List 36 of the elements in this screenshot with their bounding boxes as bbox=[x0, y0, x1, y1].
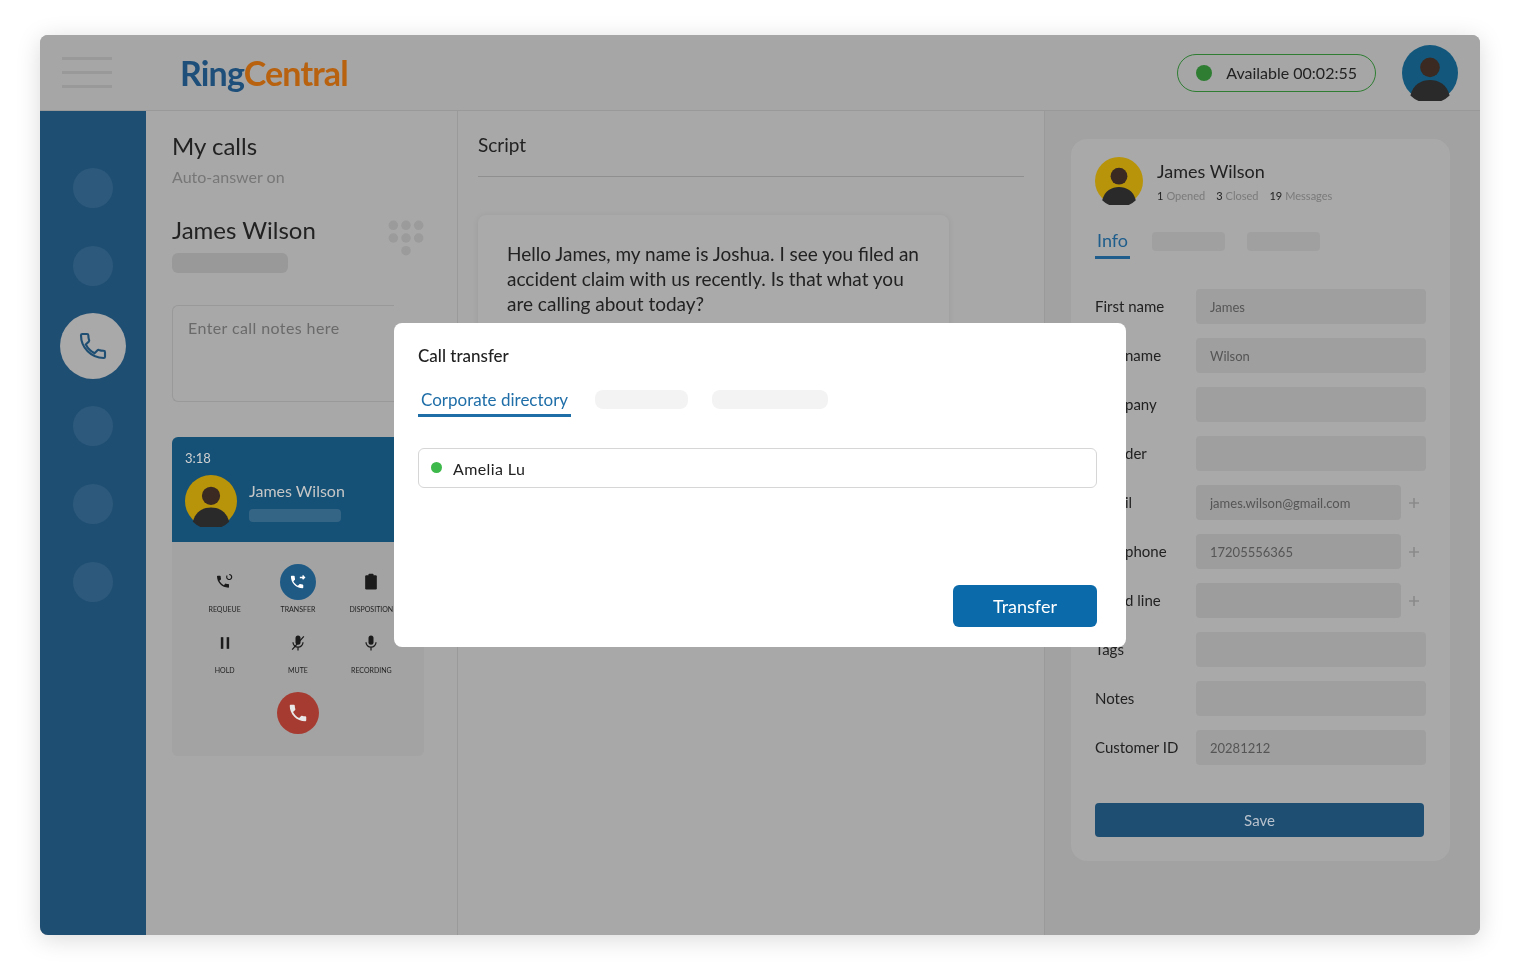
avatar-icon bbox=[185, 474, 237, 527]
avatar-icon bbox=[1095, 157, 1143, 205]
contact-name: James Wilson bbox=[1157, 158, 1266, 184]
text-field[interactable]: Wilson bbox=[1196, 338, 1426, 373]
phone-icon bbox=[287, 702, 309, 724]
status-label: Available 00:02:55 bbox=[1226, 61, 1357, 84]
call-notes-field[interactable]: Enter call notes here bbox=[172, 305, 394, 402]
dialog-title: Call transfer bbox=[418, 344, 510, 368]
field-label: First name bbox=[1095, 296, 1166, 318]
text-field[interactable]: James bbox=[1196, 289, 1426, 324]
logo: RingCentral bbox=[180, 55, 348, 90]
field-label: il bbox=[1124, 492, 1134, 514]
phone-icon bbox=[77, 330, 109, 362]
call-timer: 3:18 bbox=[185, 449, 212, 468]
field-label: Customer ID bbox=[1095, 737, 1180, 759]
field-label: der bbox=[1124, 443, 1148, 465]
field-label: name bbox=[1124, 345, 1163, 367]
caller-name: James Wilson bbox=[172, 215, 316, 245]
panel-title: My calls bbox=[172, 131, 259, 161]
field-label: d line bbox=[1124, 590, 1162, 612]
avatar-icon bbox=[1402, 44, 1458, 101]
plus-icon bbox=[1409, 497, 1419, 508]
field-label: pany bbox=[1124, 394, 1158, 416]
plus-icon bbox=[1409, 595, 1419, 606]
search-field[interactable]: Amelia Lu bbox=[418, 448, 1097, 488]
tab[interactable]: Info bbox=[1095, 227, 1131, 259]
field-label: phone bbox=[1124, 541, 1168, 563]
caller-name: James Wilson bbox=[249, 480, 345, 502]
transfer-button[interactable]: Transfer bbox=[953, 585, 1097, 627]
save-button[interactable]: Save bbox=[1095, 803, 1424, 837]
plus-icon bbox=[1409, 546, 1419, 557]
hang-up-button[interactable] bbox=[277, 692, 319, 734]
field-label: Notes bbox=[1095, 688, 1136, 710]
script-text: Hello James, my name is Joshua. I see you filed an accident claim with us recently. Is that what you are calling about today? bbox=[507, 240, 920, 316]
script-title: Script bbox=[478, 131, 1024, 177]
tab[interactable]: Corporate directory bbox=[418, 386, 572, 417]
